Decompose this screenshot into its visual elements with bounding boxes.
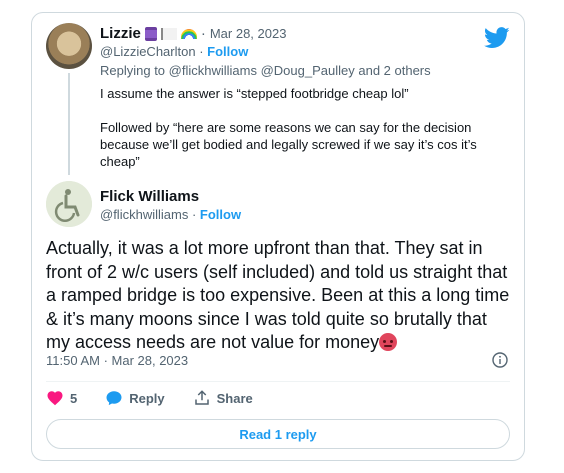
heart-icon — [47, 391, 63, 406]
replying-to-mentions[interactable]: @flickhwilliams @Doug_Paulley and 2 othe… — [169, 63, 431, 78]
share-button[interactable]: Share — [193, 389, 253, 407]
main-author-name[interactable]: Flick Williams — [100, 188, 199, 205]
share-icon — [194, 390, 209, 405]
main-author-handle[interactable]: @flickhwilliams — [100, 207, 188, 222]
spool-icon — [144, 26, 157, 41]
reply-label: Reply — [129, 390, 165, 406]
main-handle-line: @flickhwilliams · Follow — [100, 207, 241, 222]
reply-handle-line: @LizzieCharlton · Follow — [100, 44, 248, 59]
twitter-bird-icon[interactable] — [484, 27, 510, 49]
reply-tweet-text: I assume the answer is “stepped footbrid… — [100, 86, 477, 169]
main-author-line: Flick Williams — [100, 188, 199, 205]
separator-dot: · — [200, 25, 206, 42]
main-tweet-body: Actually, it was a lot more upfront than… — [46, 238, 510, 352]
action-divider — [46, 381, 510, 382]
like-count: 5 — [70, 390, 78, 406]
angry-face-icon — [379, 333, 398, 351]
thread-connector-line — [68, 73, 70, 175]
rainbow-icon — [180, 28, 197, 39]
separator-dot: · — [199, 44, 208, 59]
like-button[interactable]: 5 — [46, 389, 77, 407]
read-replies-button[interactable]: Read 1 reply — [46, 419, 510, 449]
main-tweet-text: Actually, it was a lot more upfront than… — [46, 237, 514, 355]
flag-icon — [160, 27, 177, 40]
reply-author-handle[interactable]: @LizzieCharlton — [100, 44, 196, 59]
reply-bubble-icon — [106, 391, 122, 406]
follow-flick-button[interactable]: Follow — [200, 207, 241, 222]
separator-dot: · — [191, 207, 200, 222]
avatar-flick-williams[interactable] — [46, 181, 92, 227]
follow-lizzie-button[interactable]: Follow — [207, 44, 248, 59]
replying-to: Replying to @flickhwilliams @Doug_Paulle… — [100, 63, 431, 78]
avatar-lizzie[interactable] — [46, 23, 92, 69]
tweet-timestamp[interactable]: 11:50 AM · Mar 28, 2023 — [46, 353, 188, 368]
reply-date[interactable]: Mar 28, 2023 — [210, 26, 287, 41]
embedded-tweet-card: Lizzie · Mar 28, 2023 @LizzieCharlton · … — [31, 12, 525, 461]
tweet-actions: 5 Reply Share — [46, 389, 281, 407]
wheelchair-symbol-icon — [46, 181, 92, 227]
info-icon[interactable] — [492, 352, 508, 368]
share-label: Share — [216, 390, 253, 406]
reply-author-name[interactable]: Lizzie — [100, 25, 141, 42]
reply-author-line: Lizzie · Mar 28, 2023 — [100, 25, 286, 42]
reply-button[interactable]: Reply — [105, 389, 165, 407]
replying-to-prefix: Replying to — [100, 63, 166, 78]
